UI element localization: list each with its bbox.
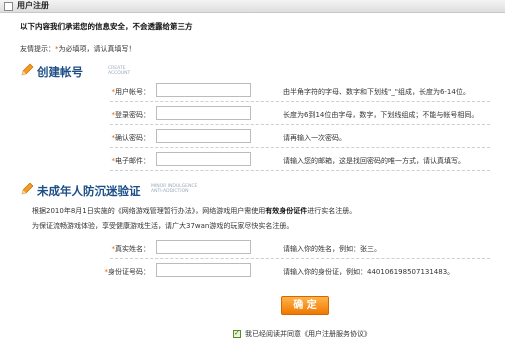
hint-id-number: 请输入你的身份证，例如：440106198507131483。 [283,268,455,276]
label-text: 真实姓名： [115,245,150,253]
agreement-checkbox[interactable]: ✓ [233,329,241,338]
label-text: 登录密码： [115,111,150,119]
real-name-input[interactable] [156,240,251,254]
law-text-line1: 根据2010年8月1日实施的《网络游戏管理暂行办法》，网络游戏用户需使用有效身份… [32,206,356,216]
label-text: 电子邮件： [115,157,150,165]
section-subtitle-1b: ACCOUNT [108,71,131,76]
window-icon [4,2,13,11]
hint-username: 由半角字符的字母、数字和下划线"_"组成，长度为6-14位。 [283,88,470,96]
tip-text: 为必填项，请认真填写！ [58,45,136,53]
hint-confirm-password: 请再输入一次密码。 [283,134,346,142]
tip-prefix: 友情提示： [20,45,55,53]
law-text-c: 进行实名注册。 [307,207,357,215]
hint-email: 请输入您的邮箱，这是找回密码的唯一方式，请认真填写。 [283,157,465,165]
window-titlebar: 用户注册 [0,0,505,13]
divider [110,101,490,102]
label-text: 用户帐号： [115,88,150,96]
username-input[interactable] [156,83,251,97]
required-tip: 友情提示：*为必填项，请认真填写！ [20,44,136,54]
label-id-number: *身份证号码： [0,267,151,277]
label-text: 身份证号码： [108,268,150,276]
window-title: 用户注册 [17,1,49,10]
label-real-name: *真实姓名： [0,244,151,254]
label-email: *电子邮件： [0,156,151,166]
privacy-notice: 以下内容我们承诺您的信息安全，不会透露给第三方 [20,22,193,31]
label-confirm-password: *确认密码： [0,133,151,143]
password-input[interactable] [156,106,251,120]
label-password: *登录密码： [0,110,151,120]
divider [110,124,490,125]
check-icon: ✓ [234,329,240,337]
divider [110,147,490,148]
section-subtitle-2b: ANTI-ADDICTION [151,189,189,194]
label-text: 确认密码： [115,134,150,142]
law-text-bold: 有效身份证件 [265,207,308,215]
law-text-a: 根据2010年8月1日实施的《网络游戏管理暂行办法》，网络游戏用户需使用 [32,207,266,215]
section-title-anti-addiction: 未成年人防沉迷验证 [37,184,141,198]
pencil-icon [21,182,34,195]
hint-real-name: 请输入你的姓名，例如：张三。 [283,245,381,253]
pencil-icon [21,63,34,76]
submit-button[interactable]: 确 定 [281,296,329,315]
hint-password: 长度为6到14位由字母，数字，下划线组成；不能与帐号相同。 [283,111,479,119]
id-number-input[interactable] [156,263,251,277]
section-title-create-account: 创建帐号 [37,65,83,79]
confirm-password-input[interactable] [156,129,251,143]
law-text-line2: 为保证流畅游戏体验，享受健康游戏生活，请广大37wan游戏的玩家尽快实名注册。 [32,222,294,230]
divider [110,258,490,259]
label-username: *用户帐号： [0,87,151,97]
divider [110,170,490,171]
agreement-text[interactable]: 我已经阅读并同意《用户注册服务协议》 [245,329,371,339]
email-input[interactable] [156,152,251,166]
